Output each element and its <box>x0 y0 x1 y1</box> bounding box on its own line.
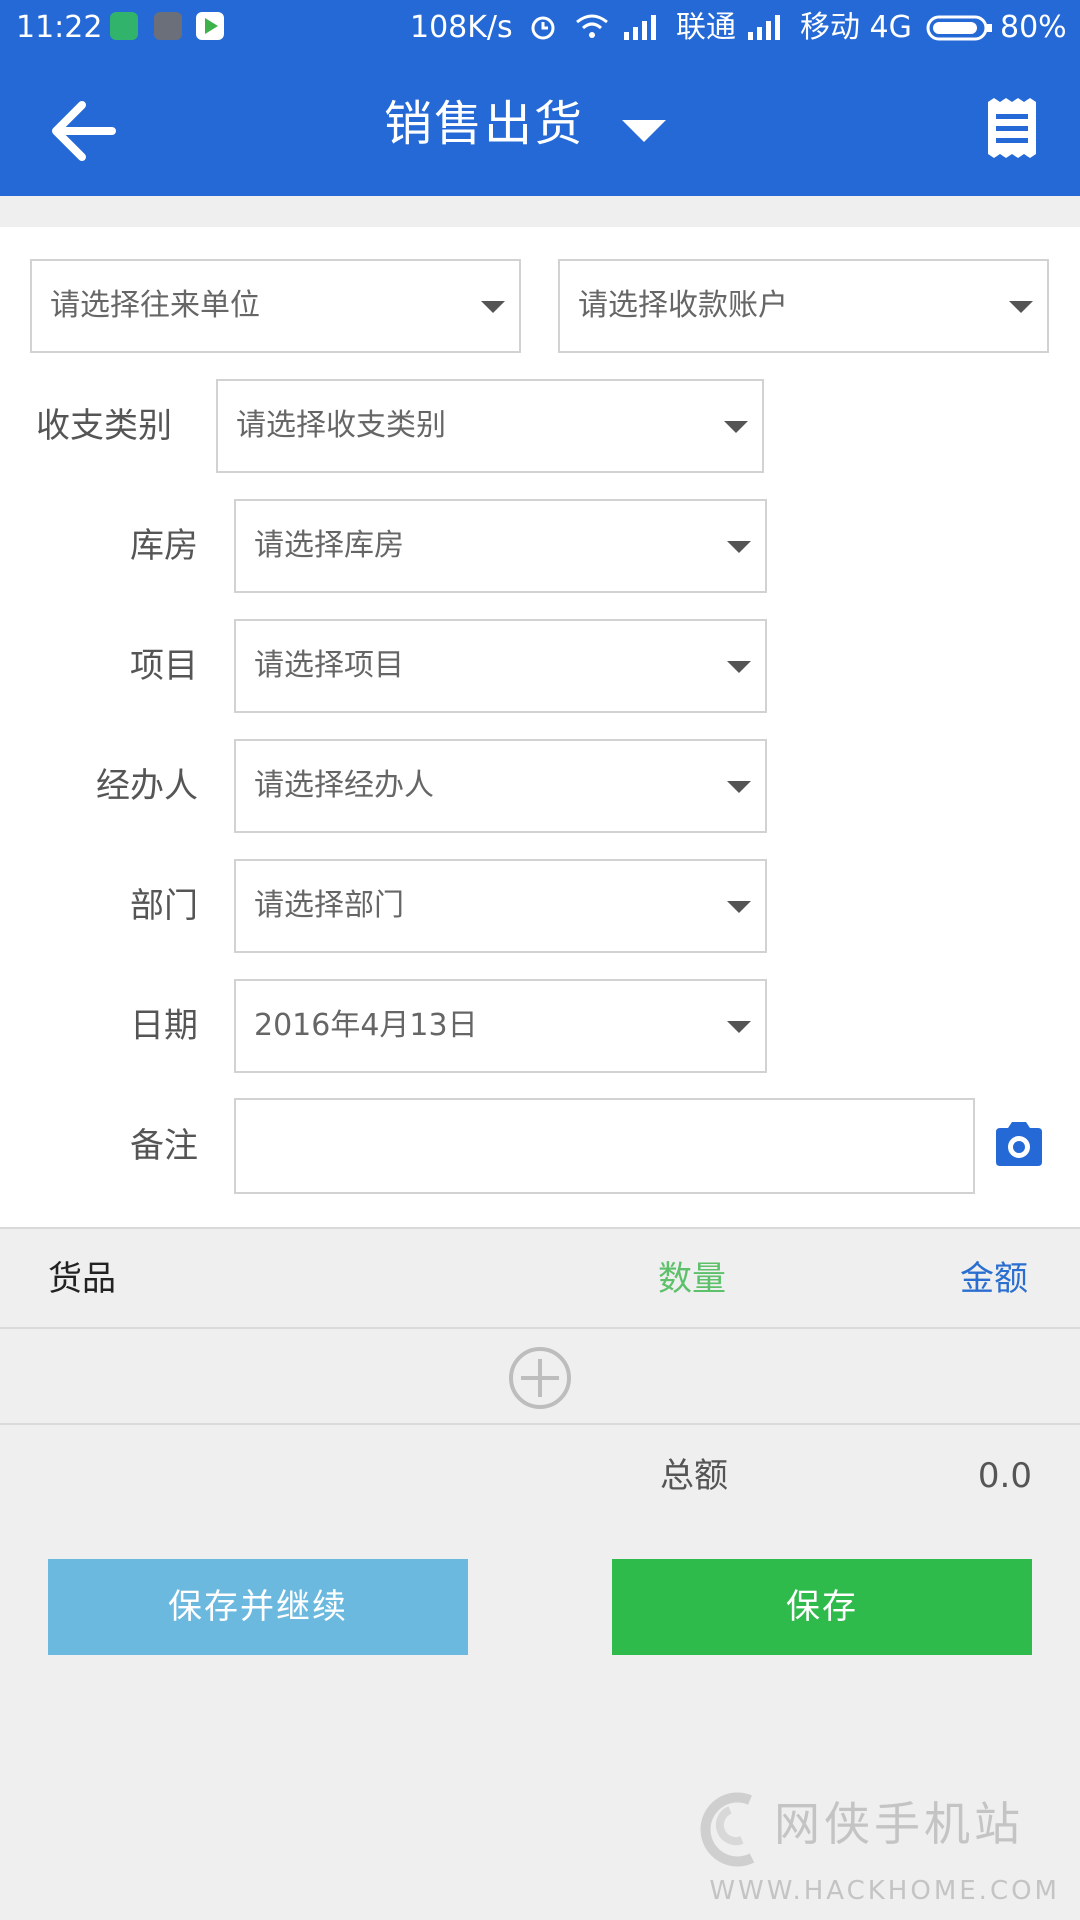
carrier-1: 联通 <box>676 10 736 45</box>
category-select[interactable]: 请选择收支类别 <box>216 379 764 473</box>
divider <box>0 1423 1080 1425</box>
partner-select[interactable]: 请选择往来单位 <box>30 259 521 353</box>
date-select[interactable]: 2016年4月13日 <box>234 979 767 1073</box>
divider <box>0 1327 1080 1329</box>
status-time: 11:22 <box>16 10 103 45</box>
signal-icon-2 <box>746 14 784 44</box>
category-select-text: 请选择收支类别 <box>236 408 446 443</box>
remark-label: 备注 <box>130 1126 198 1166</box>
warehouse-select[interactable]: 请选择库房 <box>234 499 767 593</box>
chevron-down-icon <box>727 661 751 673</box>
app-bar: 销售出货 <box>0 56 1080 196</box>
chevron-down-icon <box>727 541 751 553</box>
page-title[interactable]: 销售出货 <box>384 94 584 154</box>
category-label: 收支类别 <box>36 406 172 446</box>
warehouse-select-text: 请选择库房 <box>254 528 404 563</box>
department-select-text: 请选择部门 <box>254 888 404 923</box>
status-bar: 11:22 108K/s 联通 移动 4G 80% <box>0 0 1080 56</box>
date-label: 日期 <box>130 1006 198 1046</box>
watermark-logo-icon <box>700 1792 755 1867</box>
total-label: 总额 <box>660 1456 728 1496</box>
watermark-name: 网侠手机站 <box>774 1797 1024 1851</box>
scissors-app-icon <box>154 12 182 40</box>
add-item-icon[interactable] <box>507 1345 573 1415</box>
handler-select-text: 请选择经办人 <box>254 768 434 803</box>
receipt-list-icon[interactable] <box>984 98 1040 162</box>
project-label: 项目 <box>130 646 198 686</box>
warehouse-label: 库房 <box>130 526 198 566</box>
wifi-icon <box>574 10 610 46</box>
handler-select[interactable]: 请选择经办人 <box>234 739 767 833</box>
project-select[interactable]: 请选择项目 <box>234 619 767 713</box>
alarm-icon <box>528 12 558 46</box>
account-select[interactable]: 请选择收款账户 <box>558 259 1049 353</box>
project-select-text: 请选择项目 <box>254 648 404 683</box>
goods-column-header: 货品 <box>48 1259 116 1299</box>
signal-icon-1 <box>622 14 660 44</box>
chevron-down-icon <box>727 901 751 913</box>
chevron-down-icon <box>727 1021 751 1033</box>
department-label: 部门 <box>130 886 198 926</box>
remark-input[interactable] <box>234 1098 975 1194</box>
chevron-down-icon <box>1009 301 1033 313</box>
quantity-column-header: 数量 <box>658 1259 726 1299</box>
back-arrow-icon[interactable] <box>46 96 122 166</box>
chevron-down-icon <box>724 421 748 433</box>
handler-label: 经办人 <box>96 766 198 806</box>
network-speed: 108K/s <box>410 10 513 45</box>
watermark-url: WWW.HACKHOME.COM <box>709 1876 1060 1906</box>
amount-column-header: 金额 <box>960 1259 1028 1299</box>
shield-app-icon <box>110 12 138 40</box>
total-value: 0.0 <box>977 1456 1032 1496</box>
account-select-text: 请选择收款账户 <box>578 288 788 323</box>
order-form: 请选择往来单位 请选择收款账户 收支类别 请选择收支类别 库房 请选择库房 项目… <box>0 227 1080 1229</box>
date-select-text: 2016年4月13日 <box>254 1008 478 1043</box>
battery-percent: 80% <box>1000 10 1067 45</box>
camera-icon[interactable] <box>992 1120 1046 1172</box>
watermark: 网侠手机站 WWW.HACKHOME.COM <box>690 1780 1070 1910</box>
save-and-continue-button[interactable]: 保存并继续 <box>48 1559 468 1655</box>
chevron-down-icon <box>481 301 505 313</box>
battery-icon <box>926 14 994 46</box>
partner-select-text: 请选择往来单位 <box>50 288 260 323</box>
save-button[interactable]: 保存 <box>612 1559 1032 1655</box>
carrier-2: 移动 4G <box>800 10 912 45</box>
video-app-icon <box>196 12 224 40</box>
chevron-down-icon <box>727 781 751 793</box>
title-dropdown-icon[interactable] <box>620 116 668 148</box>
department-select[interactable]: 请选择部门 <box>234 859 767 953</box>
